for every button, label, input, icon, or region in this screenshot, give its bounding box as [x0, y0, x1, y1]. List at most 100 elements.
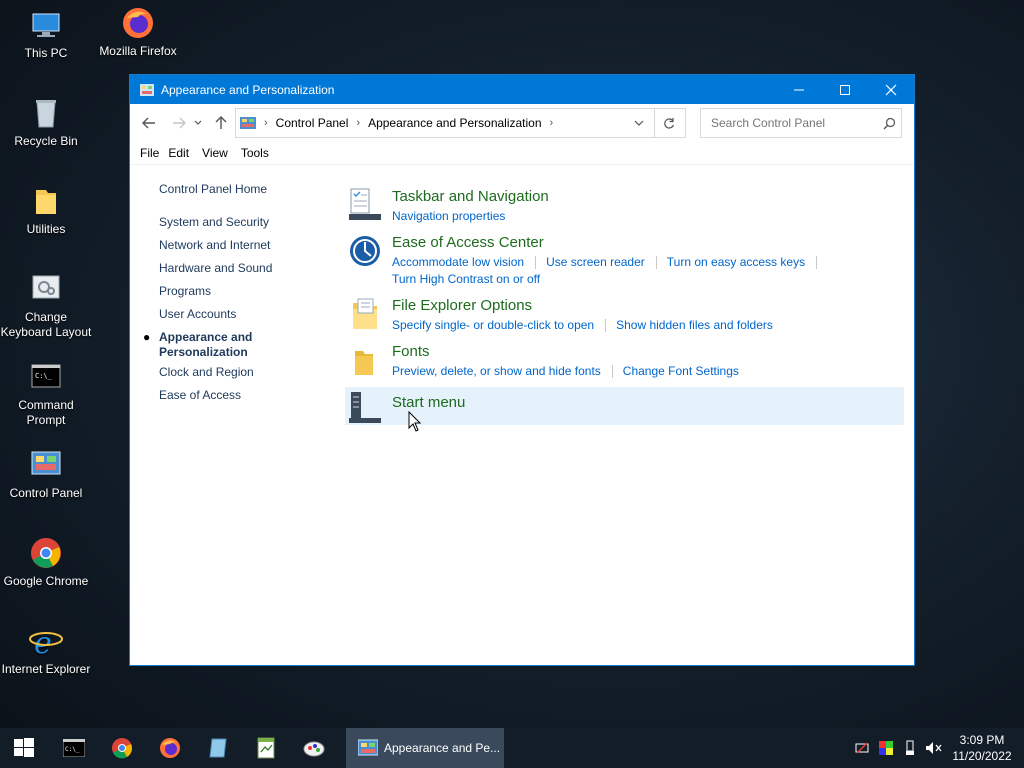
desktop-icon-label: Command Prompt — [18, 398, 74, 427]
desktop-icon-control-panel[interactable]: Control Panel — [0, 448, 92, 501]
notepad-icon — [209, 738, 227, 758]
menu-edit[interactable]: Edit — [165, 146, 199, 160]
desktop-icon-label: Google Chrome — [3, 574, 89, 588]
desktop-icon-label: Mozilla Firefox — [99, 44, 177, 58]
taskbar-paint[interactable] — [290, 728, 338, 768]
category-start-menu[interactable]: Start menu — [345, 387, 904, 425]
taskbar-google-chrome[interactable] — [98, 728, 146, 768]
usb-device-icon[interactable] — [898, 728, 922, 768]
category-title-file-explorer-options[interactable]: File Explorer Options — [392, 297, 532, 314]
taskbar-notepad[interactable] — [194, 728, 242, 768]
link-accommodate-low-vision[interactable]: Accommodate low vision — [392, 255, 524, 269]
control-panel-window: Appearance and Personalization › Control… — [130, 75, 914, 665]
search-input[interactable] — [709, 115, 883, 131]
nav-control-panel-home[interactable]: Control Panel Home — [159, 182, 272, 197]
link-turn-high-contrast[interactable]: Turn High Contrast on or off — [392, 272, 540, 286]
network-icon[interactable] — [850, 728, 874, 768]
chevron-right-icon[interactable]: › — [550, 117, 554, 129]
taskbar-icon — [349, 188, 381, 222]
start-button[interactable] — [0, 728, 48, 768]
category-file-explorer-options: File Explorer Options Specify single- or… — [345, 297, 905, 333]
menu-view[interactable]: View — [199, 146, 238, 160]
desktop-icon-command-prompt[interactable]: C:\_ Command Prompt — [0, 360, 92, 428]
desktop-icon-change-keyboard-layout[interactable]: Change Keyboard Layout — [0, 272, 92, 340]
desktop-icon-label: Change Keyboard Layout — [0, 310, 92, 339]
link-use-screen-reader[interactable]: Use screen reader — [546, 255, 645, 269]
svg-text:C:\_: C:\_ — [65, 746, 80, 753]
link-navigation-properties[interactable]: Navigation properties — [392, 209, 505, 223]
nav-appearance-and-personalization[interactable]: ● Appearance and Personalization — [143, 330, 259, 360]
category-title-fonts[interactable]: Fonts — [392, 343, 430, 360]
link-divider — [816, 256, 818, 270]
category-links: Preview, delete, or show and hide fonts C… — [392, 364, 739, 379]
taskbar-spreadsheet[interactable] — [242, 728, 290, 768]
nav-user-accounts[interactable]: User Accounts — [159, 307, 272, 322]
minimize-icon — [794, 89, 804, 90]
link-single-or-double-click[interactable]: Specify single- or double-click to open — [392, 318, 594, 332]
chevron-down-icon — [634, 120, 644, 126]
desktop-icon-label: Utilities — [26, 222, 66, 236]
title-bar[interactable]: Appearance and Personalization — [130, 75, 914, 104]
nav-system-and-security[interactable]: System and Security — [159, 215, 272, 230]
forward-button[interactable] — [167, 111, 191, 135]
minimize-button[interactable] — [776, 75, 822, 104]
menu-tools[interactable]: Tools — [238, 146, 279, 160]
volume-muted-icon[interactable] — [922, 728, 946, 768]
nav-network-and-internet[interactable]: Network and Internet — [159, 238, 272, 253]
maximize-button[interactable] — [822, 75, 868, 104]
clock-date: 11/20/2022 — [952, 749, 1012, 763]
nav-programs[interactable]: Programs — [159, 284, 272, 299]
search-box — [700, 108, 902, 138]
up-button[interactable] — [209, 111, 233, 135]
category-title-ease-of-access-center[interactable]: Ease of Access Center — [392, 234, 544, 251]
control-panel-icon — [29, 448, 63, 482]
display-color-icon[interactable] — [874, 728, 898, 768]
computer-icon — [29, 8, 63, 42]
desktop-icon-utilities[interactable]: Utilities — [0, 184, 92, 237]
category-title-taskbar-and-navigation[interactable]: Taskbar and Navigation — [392, 188, 549, 205]
control-panel-icon — [140, 83, 154, 96]
link-divider — [611, 365, 613, 379]
chevron-down-icon — [194, 120, 202, 125]
taskbar-command-prompt[interactable]: C:\_ — [50, 728, 98, 768]
menu-file[interactable]: File — [130, 146, 165, 160]
firefox-icon — [121, 6, 155, 40]
back-button[interactable] — [137, 111, 161, 135]
category-fonts: Fonts Preview, delete, or show and hide … — [345, 343, 905, 379]
taskbar-active-window[interactable]: Appearance and Pe... — [346, 728, 504, 768]
address-bar[interactable]: › Control Panel › Appearance and Persona… — [235, 108, 655, 138]
category-title-start-menu[interactable]: Start menu — [392, 394, 465, 411]
chevron-right-icon[interactable]: › — [356, 117, 360, 129]
link-turn-on-easy-access-keys[interactable]: Turn on easy access keys — [667, 255, 805, 269]
search-icon[interactable] — [883, 117, 896, 130]
desktop-icon-this-pc[interactable]: This PC — [0, 8, 92, 61]
address-dropdown-button[interactable] — [624, 109, 654, 137]
link-show-hidden-files[interactable]: Show hidden files and folders — [616, 318, 773, 332]
desktop-icon-recycle-bin[interactable]: Recycle Bin — [0, 96, 92, 149]
close-icon — [885, 84, 897, 95]
clock[interactable]: 3:09 PM 11/20/2022 — [946, 732, 1018, 764]
chevron-right-icon[interactable]: › — [264, 117, 268, 129]
nav-hardware-and-sound[interactable]: Hardware and Sound — [159, 261, 272, 276]
desktop-icon-google-chrome[interactable]: Google Chrome — [0, 536, 92, 589]
up-arrow-icon — [215, 116, 227, 129]
command-prompt-icon: C:\_ — [63, 739, 85, 757]
link-change-font-settings[interactable]: Change Font Settings — [623, 364, 739, 378]
breadcrumb-appearance-and-personalization[interactable]: Appearance and Personalization — [368, 116, 541, 130]
breadcrumb-control-panel[interactable]: Control Panel — [276, 116, 349, 130]
internet-explorer-icon: e — [29, 624, 63, 661]
taskbar-firefox[interactable] — [146, 728, 194, 768]
menu-bar: File Edit View Tools — [130, 142, 914, 165]
recent-locations-button[interactable] — [191, 111, 205, 135]
link-preview-delete-fonts[interactable]: Preview, delete, or show and hide fonts — [392, 364, 601, 378]
nav-clock-and-region[interactable]: Clock and Region — [159, 365, 272, 380]
forward-arrow-icon — [173, 117, 186, 129]
desktop-icon-internet-explorer[interactable]: e Internet Explorer — [0, 624, 92, 677]
nav-ease-of-access[interactable]: Ease of Access — [159, 388, 272, 403]
desktop-icon-firefox[interactable]: Mozilla Firefox — [92, 6, 184, 59]
svg-text:e: e — [34, 626, 52, 658]
maximize-icon — [840, 84, 850, 95]
refresh-button[interactable] — [653, 108, 686, 138]
close-button[interactable] — [868, 75, 914, 104]
paint-icon — [303, 741, 325, 757]
